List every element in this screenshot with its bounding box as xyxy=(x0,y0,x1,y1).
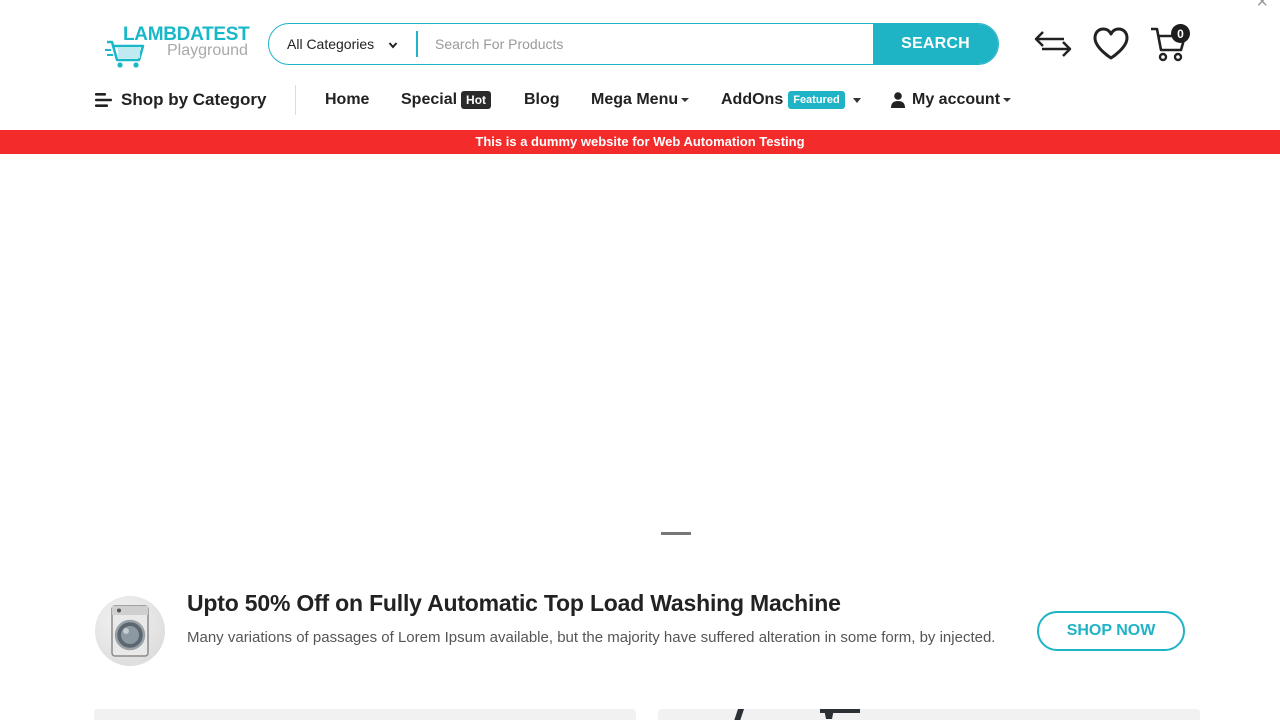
nav-mega-menu[interactable]: Mega Menu xyxy=(591,85,690,115)
user-icon xyxy=(891,92,905,108)
caret-down-icon xyxy=(852,97,861,103)
menu-bars-icon xyxy=(95,93,112,107)
caret-down-icon xyxy=(1003,98,1012,102)
shop-by-category-button[interactable]: Shop by Category xyxy=(95,85,266,115)
product-card[interactable] xyxy=(94,709,636,720)
nav-addons[interactable]: AddOns Featured xyxy=(721,85,861,115)
washing-machine-image xyxy=(95,596,165,666)
nav-home[interactable]: Home xyxy=(325,85,369,115)
search-bar: All Categories SEARCH xyxy=(268,23,999,65)
main-nav: Shop by Category Home Special Hot Blog M… xyxy=(95,85,1095,115)
featured-badge: Featured xyxy=(788,91,845,109)
search-button[interactable]: SEARCH xyxy=(873,24,998,64)
nav-divider xyxy=(295,85,296,115)
category-select-value: All Categories xyxy=(287,36,375,52)
nav-special-label: Special xyxy=(401,91,458,108)
promo-description: Many variations of passages of Lorem Ips… xyxy=(187,629,996,646)
nav-blog-label: Blog xyxy=(524,91,560,108)
cart-count-badge: 0 xyxy=(1171,24,1190,43)
site-logo[interactable]: LAMBDATEST Playground xyxy=(105,24,250,70)
category-select[interactable]: All Categories xyxy=(269,24,416,64)
nav-blog[interactable]: Blog xyxy=(524,85,560,115)
chevron-down-icon xyxy=(388,42,398,49)
shop-by-category-label: Shop by Category xyxy=(121,90,267,109)
promo-title: Upto 50% Off on Fully Automatic Top Load… xyxy=(187,590,841,616)
carousel-indicator[interactable] xyxy=(661,532,691,535)
nav-my-account-label: My account xyxy=(912,91,1001,108)
notice-bar: This is a dummy website for Web Automati… xyxy=(0,130,1280,154)
compare-icon[interactable] xyxy=(1034,28,1072,60)
nav-my-account[interactable]: My account xyxy=(891,85,1012,115)
heart-icon[interactable] xyxy=(1092,26,1130,62)
search-input[interactable] xyxy=(418,24,873,64)
nav-special[interactable]: Special Hot xyxy=(401,85,492,115)
logo-subtitle: Playground xyxy=(167,42,248,59)
hot-badge: Hot xyxy=(461,91,492,109)
product-card[interactable] xyxy=(658,709,1200,720)
close-icon[interactable]: × xyxy=(1256,0,1268,12)
nav-addons-label: AddOns xyxy=(721,91,784,108)
nav-home-label: Home xyxy=(325,91,370,108)
nav-mega-menu-label: Mega Menu xyxy=(591,91,679,108)
product-image xyxy=(734,709,860,720)
shop-now-button[interactable]: SHOP NOW xyxy=(1037,611,1185,651)
washing-machine-icon xyxy=(111,605,149,657)
caret-down-icon xyxy=(681,98,690,102)
